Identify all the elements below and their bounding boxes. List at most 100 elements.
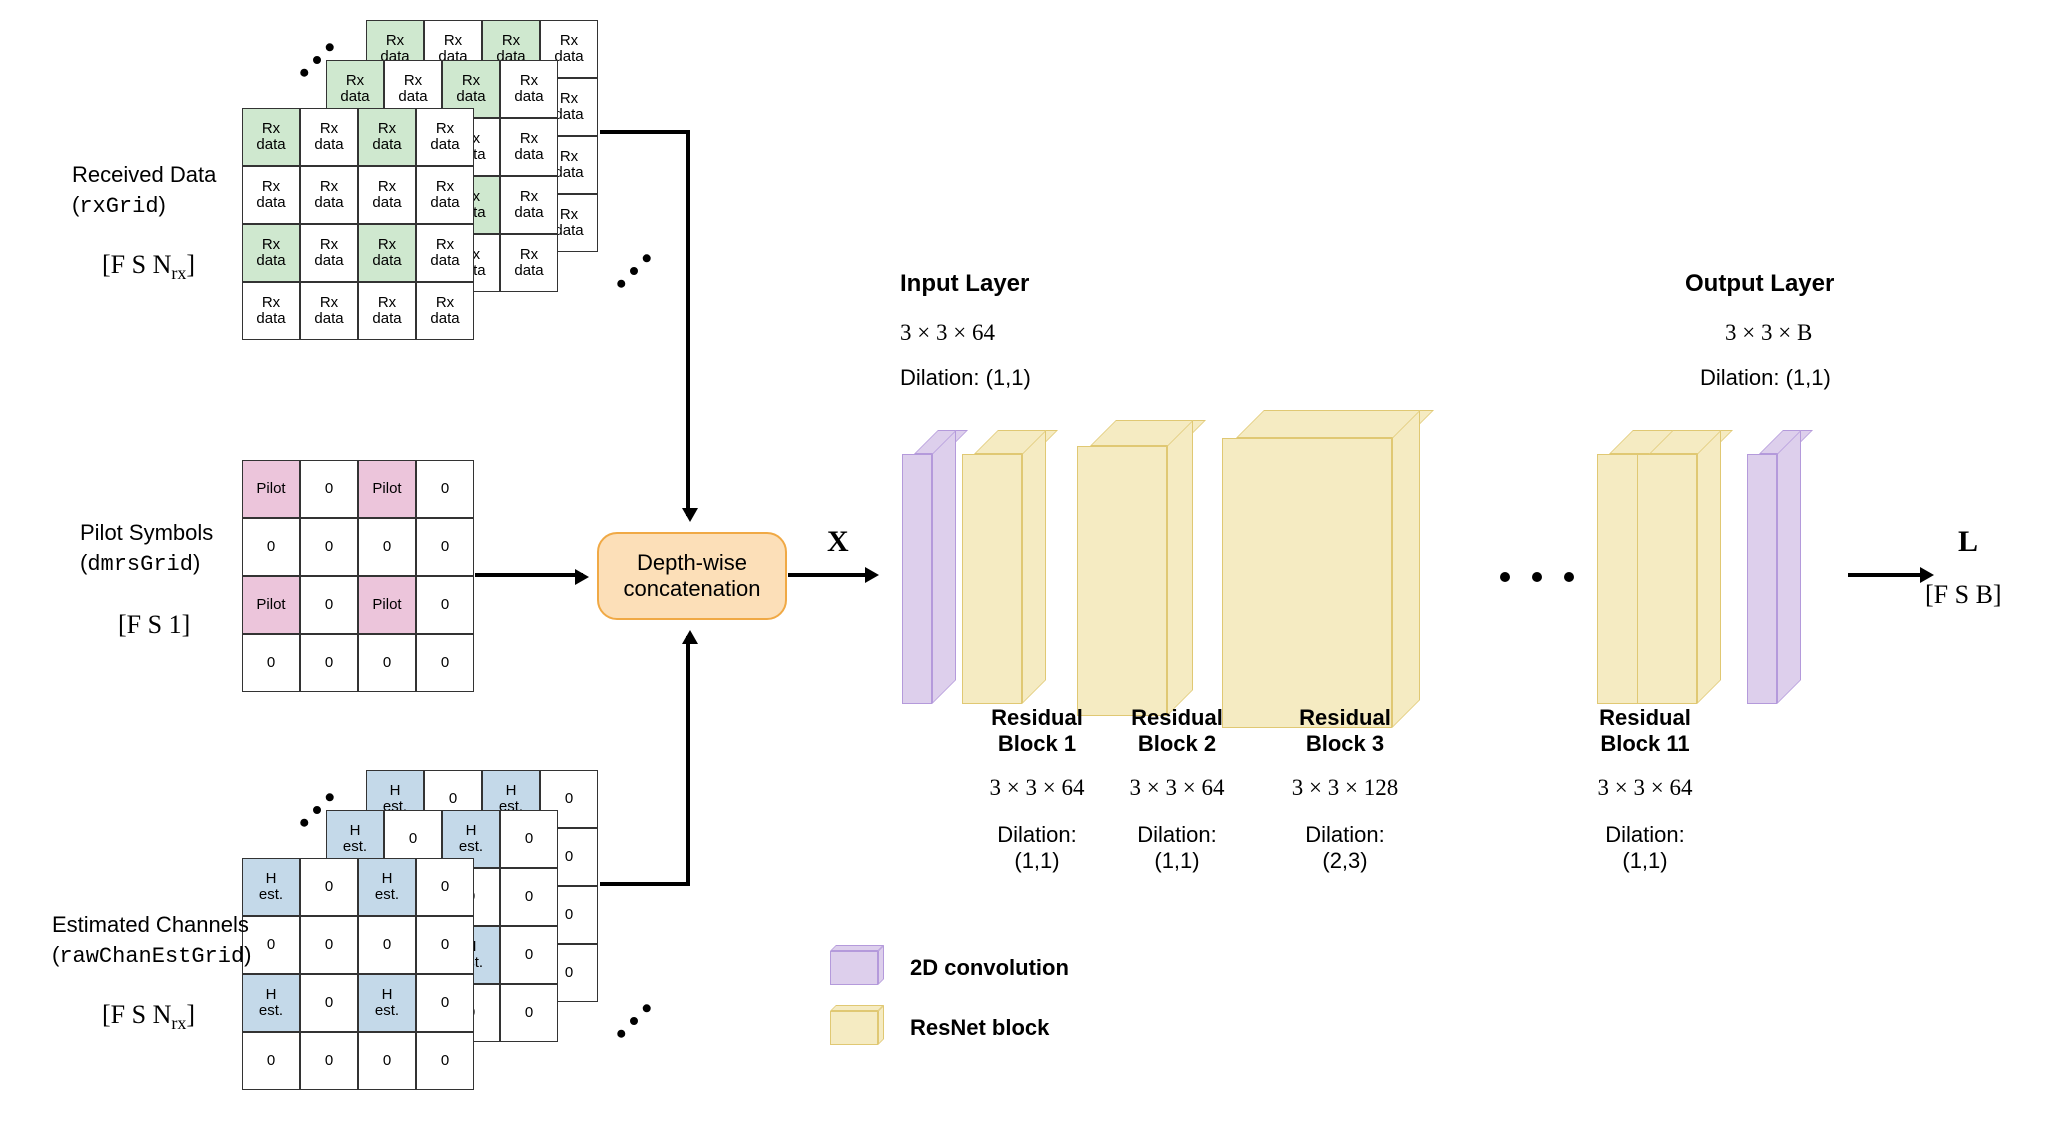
rx-grid-front: Rx dataRx dataRx dataRx dataRx dataRx da… xyxy=(242,108,474,340)
cell: Rx data xyxy=(500,118,558,176)
cell: 0 xyxy=(358,634,416,692)
cell: 0 xyxy=(416,634,474,692)
chan-title: Estimated Channels xyxy=(52,910,252,940)
cell: 0 xyxy=(300,576,358,634)
cell: Rx data xyxy=(416,282,474,340)
r1-title: Residual Block 1 xyxy=(972,705,1102,757)
cell: Rx data xyxy=(358,166,416,224)
pilot-code-text: dmrsGrid xyxy=(87,552,193,577)
cell: Rx data xyxy=(358,282,416,340)
cell: 0 xyxy=(416,974,474,1032)
rx-code: (rxGrid) xyxy=(72,190,216,222)
cell: Rx data xyxy=(242,166,300,224)
cell: Rx data xyxy=(358,108,416,166)
cell: Rx data xyxy=(300,108,358,166)
L-symbol: L xyxy=(1958,525,1978,559)
r2-title: Residual Block 2 xyxy=(1112,705,1242,757)
rx-code-text: rxGrid xyxy=(79,194,158,219)
output-size: 3 × 3 × B xyxy=(1725,320,1812,346)
r11-size: 3 × 3 × 64 xyxy=(1575,775,1715,801)
cell: Rx data xyxy=(242,224,300,282)
cell: 0 xyxy=(300,518,358,576)
L-dims: [F S B] xyxy=(1925,580,2002,610)
ellipsis-dots xyxy=(1500,572,1574,582)
ellipsis-dots xyxy=(616,1003,653,1040)
arrow-rx-h xyxy=(600,130,689,134)
output-dilation: Dilation: (1,1) xyxy=(1700,365,1831,391)
rx-dims-main: [F S N xyxy=(102,250,171,279)
cell: Pilot xyxy=(358,576,416,634)
input-title: Input Layer xyxy=(900,270,1029,298)
cell: 0 xyxy=(300,1032,358,1090)
cell: Rx data xyxy=(500,176,558,234)
chan-dims-main: [F S N xyxy=(102,1000,171,1029)
cell: 0 xyxy=(358,916,416,974)
rx-title: Received Data xyxy=(72,160,216,190)
input-dilation: Dilation: (1,1) xyxy=(900,365,1031,391)
legend-resnet-label: ResNet block xyxy=(910,1015,1049,1041)
output-title: Output Layer xyxy=(1685,270,1834,298)
r2-size: 3 × 3 × 64 xyxy=(1112,775,1242,801)
cell: 0 xyxy=(358,1032,416,1090)
pilot-grid: Pilot0Pilot00000Pilot0Pilot00000 xyxy=(242,460,474,692)
r3-title: Residual Block 3 xyxy=(1280,705,1410,757)
pilot-label: Pilot Symbols (dmrsGrid) xyxy=(80,518,213,579)
cell: 0 xyxy=(300,974,358,1032)
rx-dims: [F S Nrx] xyxy=(102,250,195,284)
cell: Rx data xyxy=(242,282,300,340)
cell: Rx data xyxy=(500,234,558,292)
arrow-pilot-concat xyxy=(475,573,583,577)
arrow-concat-x xyxy=(788,573,873,577)
r3-size: 3 × 3 × 128 xyxy=(1270,775,1420,801)
r3-dil: Dilation: (2,3) xyxy=(1280,822,1410,874)
cell: Rx data xyxy=(416,108,474,166)
cell: 0 xyxy=(416,916,474,974)
cell: 0 xyxy=(300,858,358,916)
cell: Pilot xyxy=(242,460,300,518)
pilot-grid-cells: Pilot0Pilot00000Pilot0Pilot00000 xyxy=(242,460,474,692)
cell: H est. xyxy=(242,974,300,1032)
pilot-dims: [F S 1] xyxy=(118,610,190,640)
legend-conv-label: 2D convolution xyxy=(910,955,1069,981)
cell: Rx data xyxy=(242,108,300,166)
r2-dil: Dilation: (1,1) xyxy=(1112,822,1242,874)
cell: 0 xyxy=(500,984,558,1042)
chan-code: (rawChanEstGrid) xyxy=(52,940,252,972)
cell: 0 xyxy=(416,518,474,576)
cell: Pilot xyxy=(358,460,416,518)
cell: 0 xyxy=(500,926,558,984)
r1-size: 3 × 3 × 64 xyxy=(972,775,1102,801)
chan-label: Estimated Channels (rawChanEstGrid) xyxy=(52,910,252,971)
arrow-out-L xyxy=(1848,573,1928,577)
cell: Pilot xyxy=(242,576,300,634)
chan-dims: [F S Nrx] xyxy=(102,1000,195,1034)
input-size: 3 × 3 × 64 xyxy=(900,320,995,346)
cell: Rx data xyxy=(300,282,358,340)
cell: Rx data xyxy=(416,166,474,224)
r11-title: Residual Block 11 xyxy=(1575,705,1715,757)
cell: H est. xyxy=(242,858,300,916)
chan-code-text: rawChanEstGrid xyxy=(59,944,244,969)
arrow-rx-v xyxy=(686,130,690,516)
chan-front-cells: H est.0H est.00000H est.0H est.00000 xyxy=(242,858,474,1090)
r11-dil: Dilation: (1,1) xyxy=(1575,822,1715,874)
legend-resnet-swatch xyxy=(830,1005,884,1045)
cell: 0 xyxy=(416,858,474,916)
cell: H est. xyxy=(358,858,416,916)
cell: Rx data xyxy=(358,224,416,282)
rx-grid-cells-3: Rx dataRx dataRx dataRx dataRx dataRx da… xyxy=(242,108,474,340)
X-symbol: X xyxy=(827,525,849,559)
concat-box: Depth-wise concatenation xyxy=(597,532,787,620)
cell: Rx data xyxy=(300,224,358,282)
pilot-code: (dmrsGrid) xyxy=(80,548,213,580)
cell: 0 xyxy=(500,810,558,868)
cell: Rx data xyxy=(300,166,358,224)
r1-dil: Dilation: (1,1) xyxy=(972,822,1102,874)
legend-conv-swatch xyxy=(830,945,884,985)
cell: H est. xyxy=(358,974,416,1032)
cell: 0 xyxy=(500,868,558,926)
rx-dims-sub: rx xyxy=(171,263,186,283)
rx-label: Received Data (rxGrid) xyxy=(72,160,216,221)
cell: 0 xyxy=(416,1032,474,1090)
cell: 0 xyxy=(358,518,416,576)
